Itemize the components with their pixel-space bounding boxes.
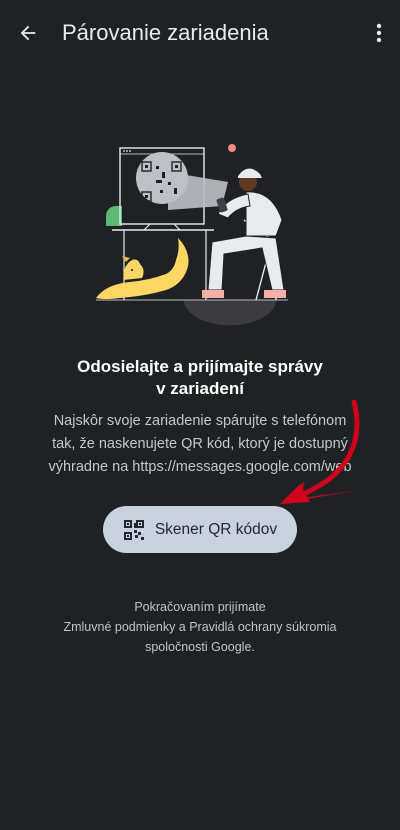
qr-code-scanner-icon — [123, 519, 145, 541]
more-options-icon[interactable] — [370, 19, 388, 47]
red-dot-icon — [228, 144, 236, 152]
qr-scanner-button-label: Skener QR kódov — [154, 520, 278, 538]
headline: Odosielajte a prijímajte správy v zariad… — [77, 357, 323, 398]
terms-link-line[interactable]: Zmluvné podmienky a Pravidlá ochrany súk… — [30, 617, 370, 637]
terms-line-1: Pokračovaním prijímate — [134, 600, 266, 614]
back-arrow-icon[interactable] — [14, 19, 42, 47]
terms-footer: Pokračovaním prijímate Zmluvné podmienky… — [30, 597, 370, 657]
page-title: Párovanie zariadenia — [62, 20, 269, 45]
app-bar: Párovanie zariadenia — [0, 0, 400, 66]
red-arrow-annotation — [270, 398, 370, 514]
phone-icon — [216, 197, 228, 213]
pairing-illustration — [96, 130, 306, 330]
floor-shadow — [184, 300, 276, 326]
qr-scanner-button[interactable]: Skener QR kódov — [103, 506, 297, 553]
terms-line-3: spoločnosti Google. — [145, 640, 255, 654]
